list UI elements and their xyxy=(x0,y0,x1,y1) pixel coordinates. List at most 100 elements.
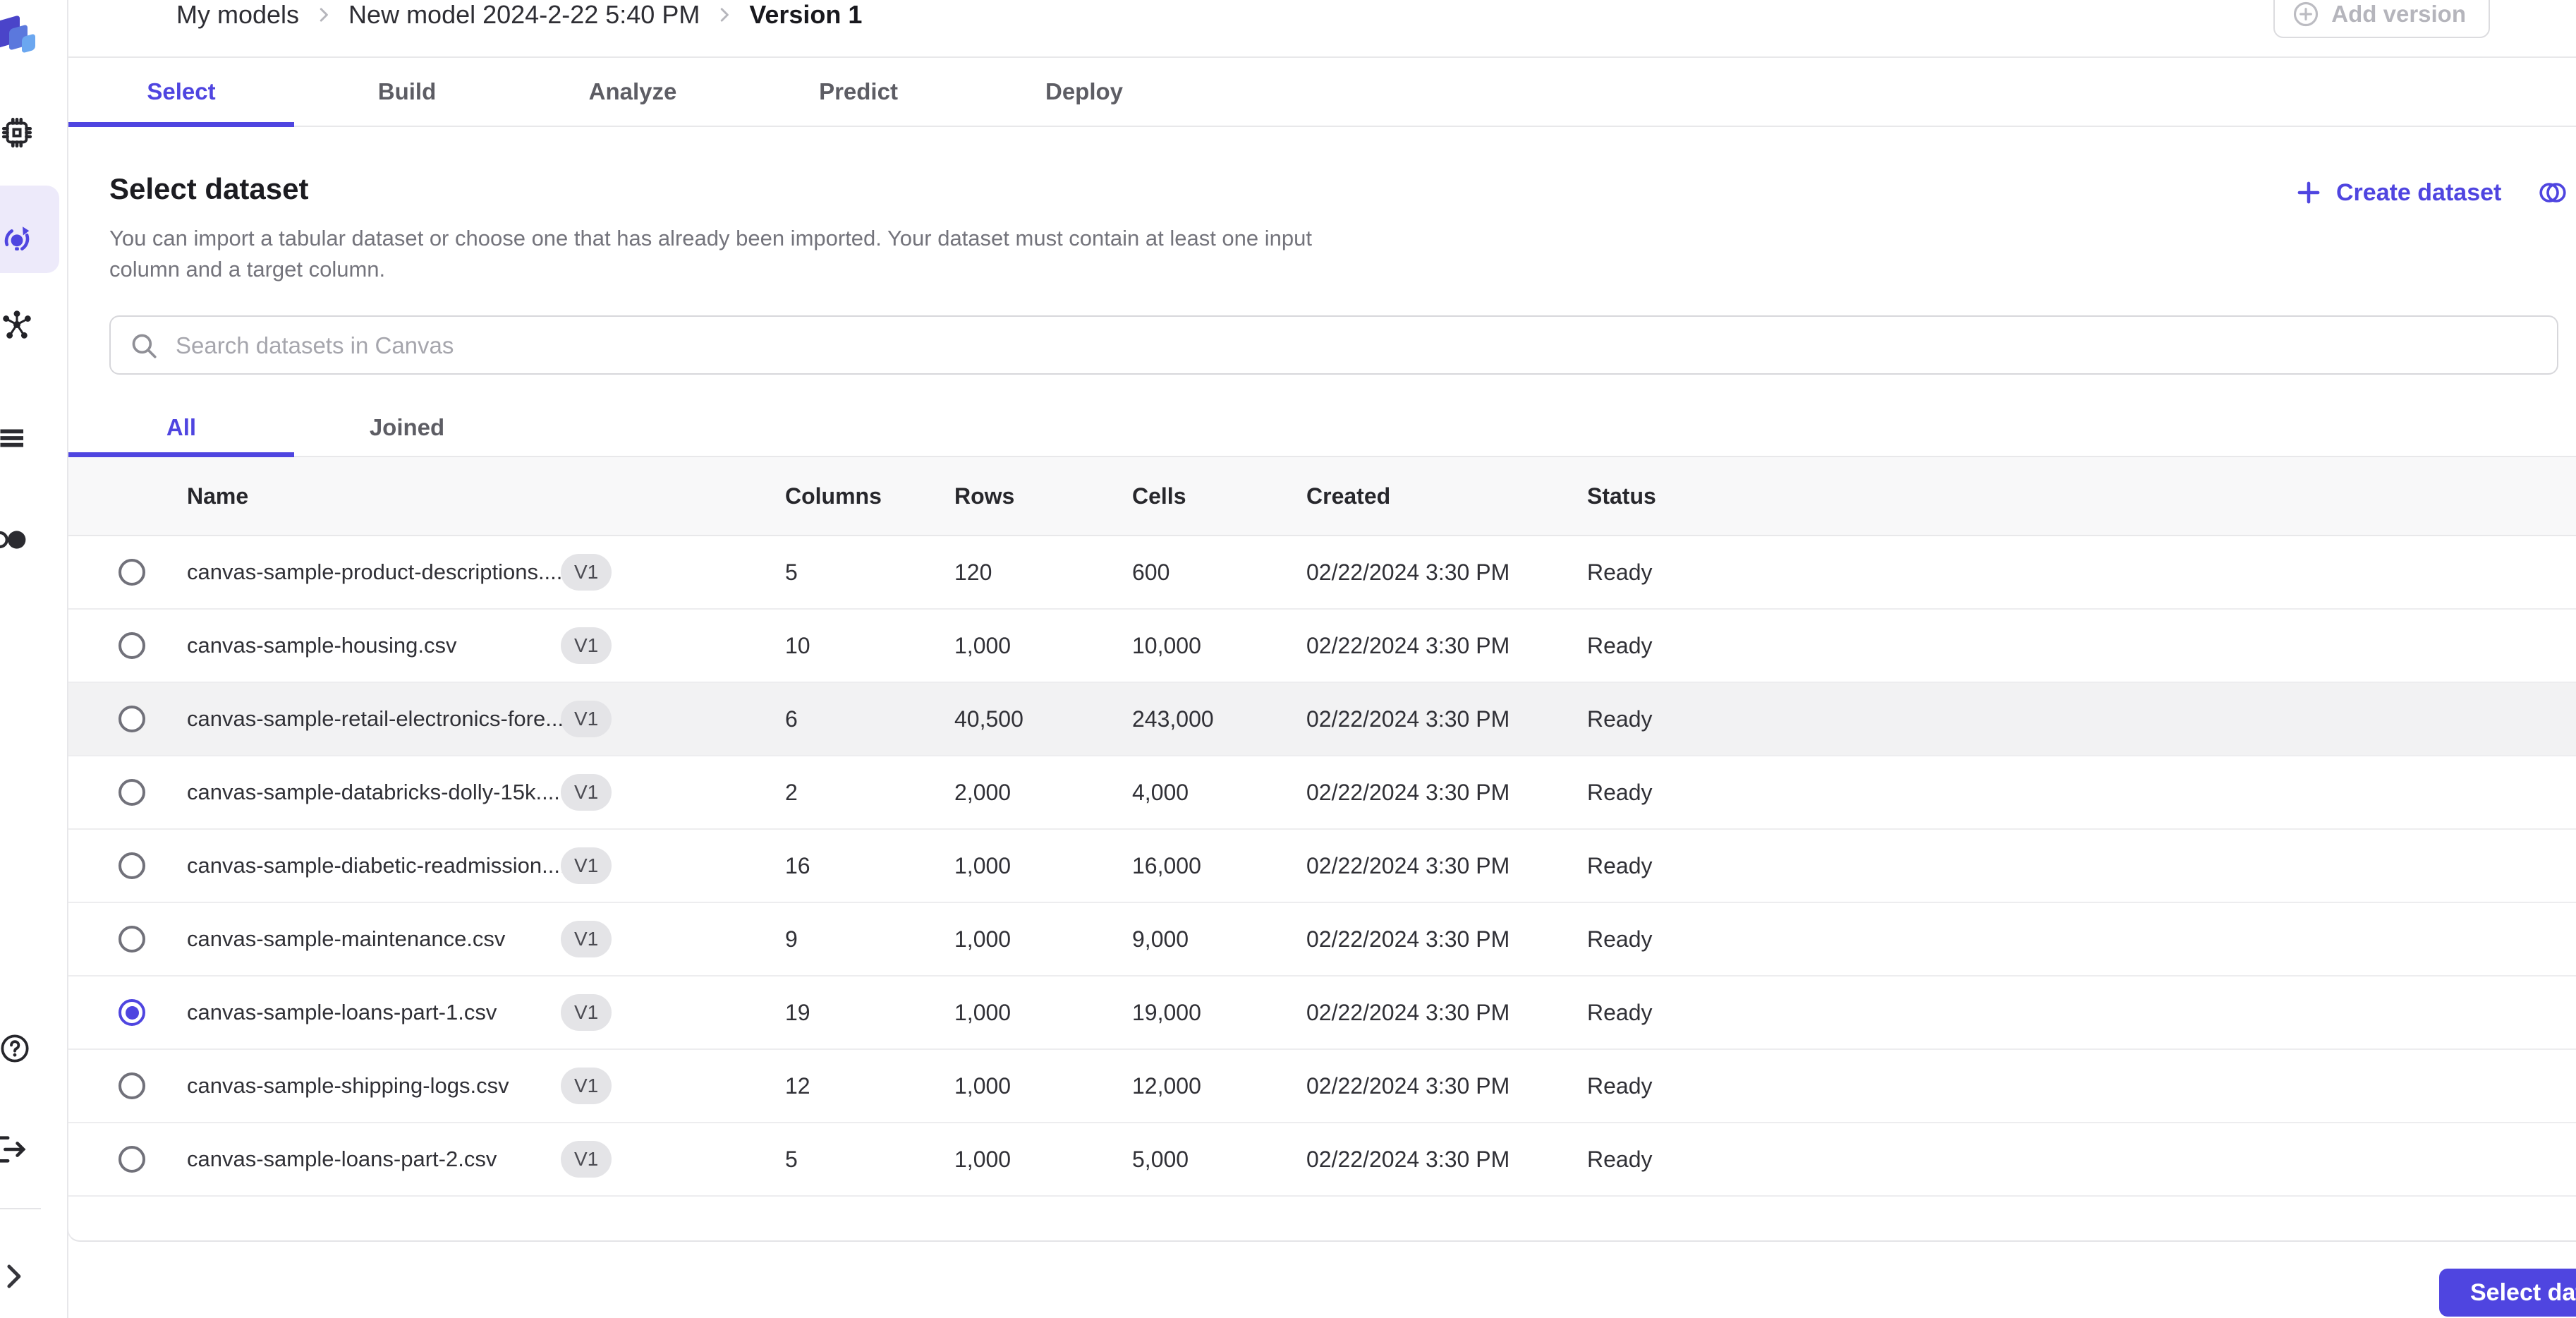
dataset-rows: 1,000 xyxy=(954,1072,1011,1099)
nav-rail xyxy=(0,0,68,1318)
dataset-rows: 1,000 xyxy=(954,852,1011,878)
dataset-rows: 40,500 xyxy=(954,706,1023,732)
version-badge: V1 xyxy=(561,847,612,884)
join-venn-icon xyxy=(2539,183,2566,202)
col-header-cells: Cells xyxy=(1132,483,1186,509)
col-header-columns: Columns xyxy=(785,483,882,509)
table-row[interactable]: canvas-sample-maintenance.csv V1 9 1,000… xyxy=(68,903,2576,977)
table-row[interactable]: canvas-sample-housing.csv V1 10 1,000 10… xyxy=(68,610,2576,683)
dataset-cells: 5,000 xyxy=(1132,1146,1189,1172)
dataset-name: canvas-sample-databricks-dolly-15k.... xyxy=(187,780,560,804)
tab-build[interactable]: Build xyxy=(294,58,520,126)
select-dataset-button[interactable]: Select dataset xyxy=(2439,1269,2576,1317)
dataset-name: canvas-sample-housing.csv xyxy=(187,633,457,658)
tab-analyze[interactable]: Analyze xyxy=(520,58,746,126)
version-badge: V1 xyxy=(561,701,612,737)
page-description: You can import a tabular dataset or choo… xyxy=(109,226,1312,282)
dataset-rows: 1,000 xyxy=(954,926,1011,952)
dataset-columns: 6 xyxy=(785,706,798,732)
dataset-columns: 5 xyxy=(785,1146,798,1172)
top-header: My models New model 2024-2-22 5:40 PM Ve… xyxy=(68,0,2576,58)
version-badge: V1 xyxy=(561,1141,612,1178)
dataset-created: 02/22/2024 3:30 PM xyxy=(1306,852,1510,878)
dataset-cells: 600 xyxy=(1132,559,1170,585)
dataset-created: 02/22/2024 3:30 PM xyxy=(1306,926,1510,952)
help-icon[interactable] xyxy=(0,1032,31,1065)
table-row[interactable]: canvas-sample-databricks-dolly-15k.... V… xyxy=(68,756,2576,830)
plus-icon xyxy=(2297,181,2320,204)
compute-chip-icon[interactable] xyxy=(1,116,33,149)
tab-all-datasets[interactable]: All xyxy=(68,399,294,457)
dataset-actions: Create dataset Join data xyxy=(2294,178,2576,207)
dataset-rows: 2,000 xyxy=(954,779,1011,805)
chevron-right-icon xyxy=(714,4,735,25)
dataset-status: Ready xyxy=(1587,779,1653,805)
breadcrumb-my-models[interactable]: My models xyxy=(176,0,299,30)
breadcrumb-version: Version 1 xyxy=(749,0,863,29)
dataset-radio[interactable] xyxy=(119,1146,145,1173)
dataset-name: canvas-sample-loans-part-2.csv xyxy=(187,1147,497,1171)
compare-circles-icon[interactable] xyxy=(0,524,28,556)
tab-deploy[interactable]: Deploy xyxy=(971,58,1197,126)
dataset-cells: 10,000 xyxy=(1132,632,1201,658)
dataset-cells: 16,000 xyxy=(1132,852,1201,878)
dataset-created: 02/22/2024 3:30 PM xyxy=(1306,1072,1510,1099)
dataset-name: canvas-sample-diabetic-readmission.... xyxy=(187,853,566,878)
breadcrumb-model[interactable]: New model 2024-2-22 5:40 PM xyxy=(348,0,700,30)
dataset-radio[interactable] xyxy=(119,999,145,1026)
dataset-radio[interactable] xyxy=(119,852,145,879)
dataset-rows: 1,000 xyxy=(954,632,1011,658)
breadcrumb: My models New model 2024-2-22 5:40 PM Ve… xyxy=(176,0,862,32)
dataset-list-icon[interactable] xyxy=(0,422,24,454)
network-nodes-icon[interactable] xyxy=(1,308,33,341)
table-row[interactable]: canvas-sample-retail-electronics-fore...… xyxy=(68,683,2576,756)
dataset-name: canvas-sample-maintenance.csv xyxy=(187,926,506,951)
tab-select[interactable]: Select xyxy=(68,58,294,127)
dataset-cells: 4,000 xyxy=(1132,779,1189,805)
dataset-cells: 243,000 xyxy=(1132,706,1214,732)
dataset-columns: 2 xyxy=(785,779,798,805)
table-row[interactable]: canvas-sample-loans-part-1.csv V1 19 1,0… xyxy=(68,977,2576,1050)
dataset-status: Ready xyxy=(1587,852,1653,878)
dataset-cells: 9,000 xyxy=(1132,926,1189,952)
sidebar-divider xyxy=(0,1208,41,1209)
logout-icon[interactable] xyxy=(0,1133,27,1166)
expand-chevron-icon[interactable] xyxy=(0,1262,28,1291)
dataset-columns: 9 xyxy=(785,926,798,952)
join-data-button[interactable]: Join data xyxy=(2538,178,2576,207)
plus-circle-icon xyxy=(2294,1,2319,27)
dataset-columns: 5 xyxy=(785,559,798,585)
dataset-status: Ready xyxy=(1587,706,1653,732)
dataset-radio[interactable] xyxy=(119,632,145,659)
dataset-created: 02/22/2024 3:30 PM xyxy=(1306,1146,1510,1172)
dataset-radio[interactable] xyxy=(119,926,145,953)
model-training-icon[interactable] xyxy=(1,224,33,256)
search-input[interactable] xyxy=(174,317,2543,375)
dataset-rows: 1,000 xyxy=(954,1146,1011,1172)
dataset-name: canvas-sample-loans-part-1.csv xyxy=(187,1000,497,1024)
table-row[interactable]: canvas-sample-loans-part-2.csv V1 5 1,00… xyxy=(68,1123,2576,1197)
dataset-radio[interactable] xyxy=(119,559,145,586)
dataset-radio[interactable] xyxy=(119,779,145,806)
dataset-search xyxy=(109,315,2558,375)
tab-predict[interactable]: Predict xyxy=(746,58,971,126)
create-dataset-label: Create dataset xyxy=(2336,179,2502,206)
table-header-row: Name Columns Rows Cells Created Status xyxy=(68,457,2576,536)
create-dataset-button[interactable]: Create dataset xyxy=(2294,178,2501,207)
dataset-created: 02/22/2024 3:30 PM xyxy=(1306,559,1510,585)
dataset-status: Ready xyxy=(1587,999,1653,1025)
table-row[interactable]: canvas-sample-shipping-logs.csv V1 12 1,… xyxy=(68,1050,2576,1123)
col-header-created: Created xyxy=(1306,483,1391,509)
dataset-status: Ready xyxy=(1587,1072,1653,1099)
add-version-button[interactable]: Add version xyxy=(2273,0,2490,38)
dataset-radio[interactable] xyxy=(119,706,145,732)
dataset-columns: 16 xyxy=(785,852,810,878)
dataset-name: canvas-sample-retail-electronics-fore... xyxy=(187,706,564,731)
dataset-radio[interactable] xyxy=(119,1072,145,1099)
table-row[interactable]: canvas-sample-product-descriptions.... V… xyxy=(68,536,2576,610)
tab-joined-datasets[interactable]: Joined xyxy=(294,399,520,456)
version-badge: V1 xyxy=(561,1068,612,1104)
table-body: canvas-sample-product-descriptions.... V… xyxy=(68,536,2576,1197)
dataset-created: 02/22/2024 3:30 PM xyxy=(1306,779,1510,805)
table-row[interactable]: canvas-sample-diabetic-readmission.... V… xyxy=(68,830,2576,903)
